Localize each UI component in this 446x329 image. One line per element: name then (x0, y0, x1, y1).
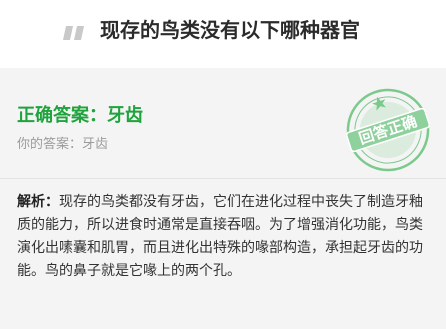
correct-answer-value: 牙齿 (107, 105, 143, 126)
your-answer: 你的答案：牙齿 (17, 135, 108, 155)
quote-icon (63, 25, 87, 40)
question-title: 现存的鸟类没有以下哪种器官 (100, 18, 360, 42)
correct-answer-label: 正确答案： (17, 105, 107, 126)
answer-card: 正确答案：牙齿 你的答案：牙齿 回答正确 (0, 80, 446, 173)
correct-stamp-icon: 回答正确 (345, 87, 431, 173)
question-header: 现存的鸟类没有以下哪种器官 (0, 0, 446, 68)
explanation: 解析：现存的鸟类都没有牙齿，它们在进化过程中丧失了制造牙釉质的能力，所以进食时通… (17, 191, 429, 283)
explanation-text: 现存的鸟类都没有牙齿，它们在进化过程中丧失了制造牙釉质的能力，所以进食时通常是直… (17, 194, 423, 279)
correct-answer: 正确答案：牙齿 (17, 103, 143, 129)
divider (0, 178, 446, 179)
your-answer-value: 牙齿 (82, 137, 109, 152)
your-answer-label: 你的答案： (17, 137, 83, 152)
explanation-label: 解析： (17, 194, 59, 210)
